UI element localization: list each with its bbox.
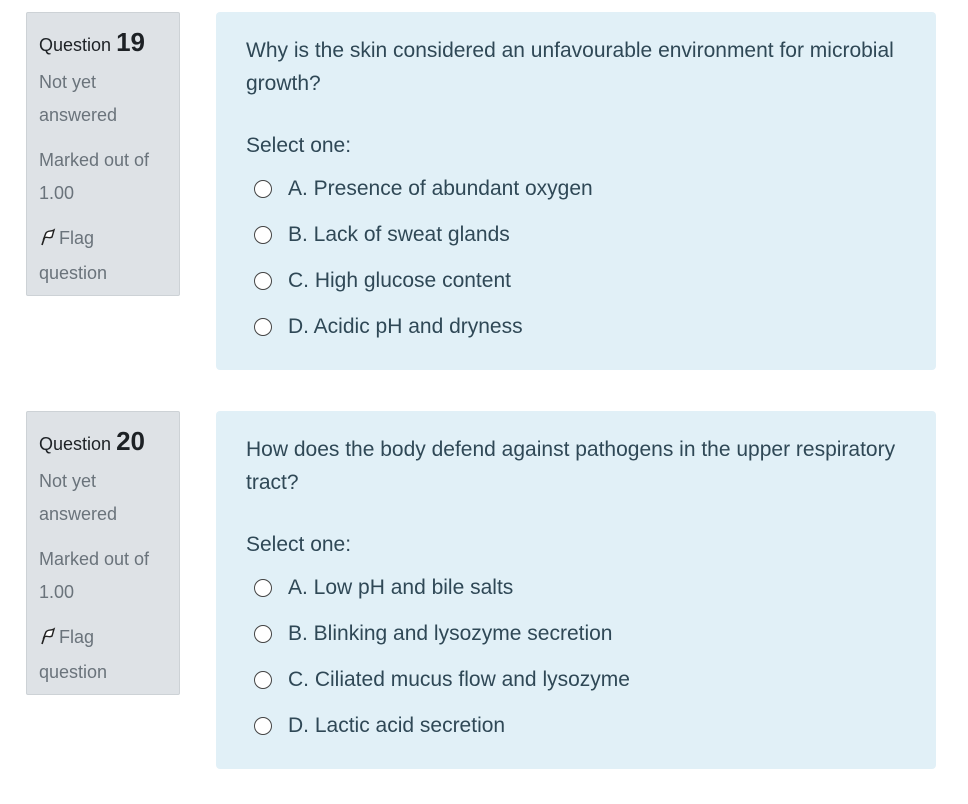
answer-option[interactable]: B. Lack of sweat glands [246, 212, 906, 258]
question-text: How does the body defend against pathoge… [246, 438, 896, 494]
question-num: 19 [116, 27, 145, 57]
answer-label[interactable]: A. Presence of abundant oxygen [288, 177, 593, 201]
answer-option[interactable]: D. Acidic pH and dryness [246, 304, 906, 350]
question-state: Not yet answered [39, 72, 118, 125]
answer-option[interactable]: C. High glucose content [246, 258, 906, 304]
question-label: Question [39, 35, 112, 55]
answer-list: A. Low pH and bile salts B. Blinking and… [246, 565, 906, 749]
radio-button[interactable] [254, 717, 272, 735]
select-prompt: Select one: [246, 134, 352, 157]
radio-button[interactable] [254, 579, 272, 597]
question-grade: Marked out of 1.00 [39, 549, 150, 602]
question-grade: Marked out of 1.00 [39, 150, 150, 203]
answer-option[interactable]: A. Presence of abundant oxygen [246, 166, 906, 212]
radio-button[interactable] [254, 180, 272, 198]
answer-label[interactable]: B. Blinking and lysozyme secretion [288, 622, 613, 646]
radio-button[interactable] [254, 671, 272, 689]
answer-option[interactable]: B. Blinking and lysozyme secretion [246, 611, 906, 657]
flag-icon [39, 623, 59, 656]
answer-list: A. Presence of abundant oxygen B. Lack o… [246, 166, 906, 350]
question-state: Not yet answered [39, 471, 118, 524]
question-content: Why is the skin considered an unfavourab… [216, 12, 936, 370]
flag-question-link[interactable]: Flag question [39, 621, 167, 689]
question-20: Question 20 Not yet answered Marked out … [0, 399, 968, 769]
question-text: Why is the skin considered an unfavourab… [246, 39, 894, 95]
answer-label[interactable]: B. Lack of sweat glands [288, 223, 510, 247]
answer-label[interactable]: A. Low pH and bile salts [288, 576, 513, 600]
radio-button[interactable] [254, 625, 272, 643]
question-19: Question 19 Not yet answered Marked out … [0, 0, 968, 370]
question-info: Question 19 Not yet answered Marked out … [26, 12, 180, 296]
question-info: Question 20 Not yet answered Marked out … [26, 411, 180, 695]
answer-label[interactable]: D. Lactic acid secretion [288, 714, 505, 738]
answer-label[interactable]: D. Acidic pH and dryness [288, 315, 523, 339]
radio-button[interactable] [254, 226, 272, 244]
answer-option[interactable]: D. Lactic acid secretion [246, 703, 906, 749]
select-prompt: Select one: [246, 533, 352, 556]
radio-button[interactable] [254, 272, 272, 290]
answer-option[interactable]: A. Low pH and bile salts [246, 565, 906, 611]
question-number: Question 19 [39, 27, 167, 58]
question-num: 20 [116, 426, 145, 456]
question-number: Question 20 [39, 426, 167, 457]
question-content: How does the body defend against pathoge… [216, 411, 936, 769]
flag-question-link[interactable]: Flag question [39, 222, 167, 290]
question-label: Question [39, 434, 112, 454]
radio-button[interactable] [254, 318, 272, 336]
answer-label[interactable]: C. High glucose content [288, 269, 511, 293]
answer-label[interactable]: C. Ciliated mucus flow and lysozyme [288, 668, 630, 692]
flag-icon [39, 224, 59, 257]
answer-option[interactable]: C. Ciliated mucus flow and lysozyme [246, 657, 906, 703]
